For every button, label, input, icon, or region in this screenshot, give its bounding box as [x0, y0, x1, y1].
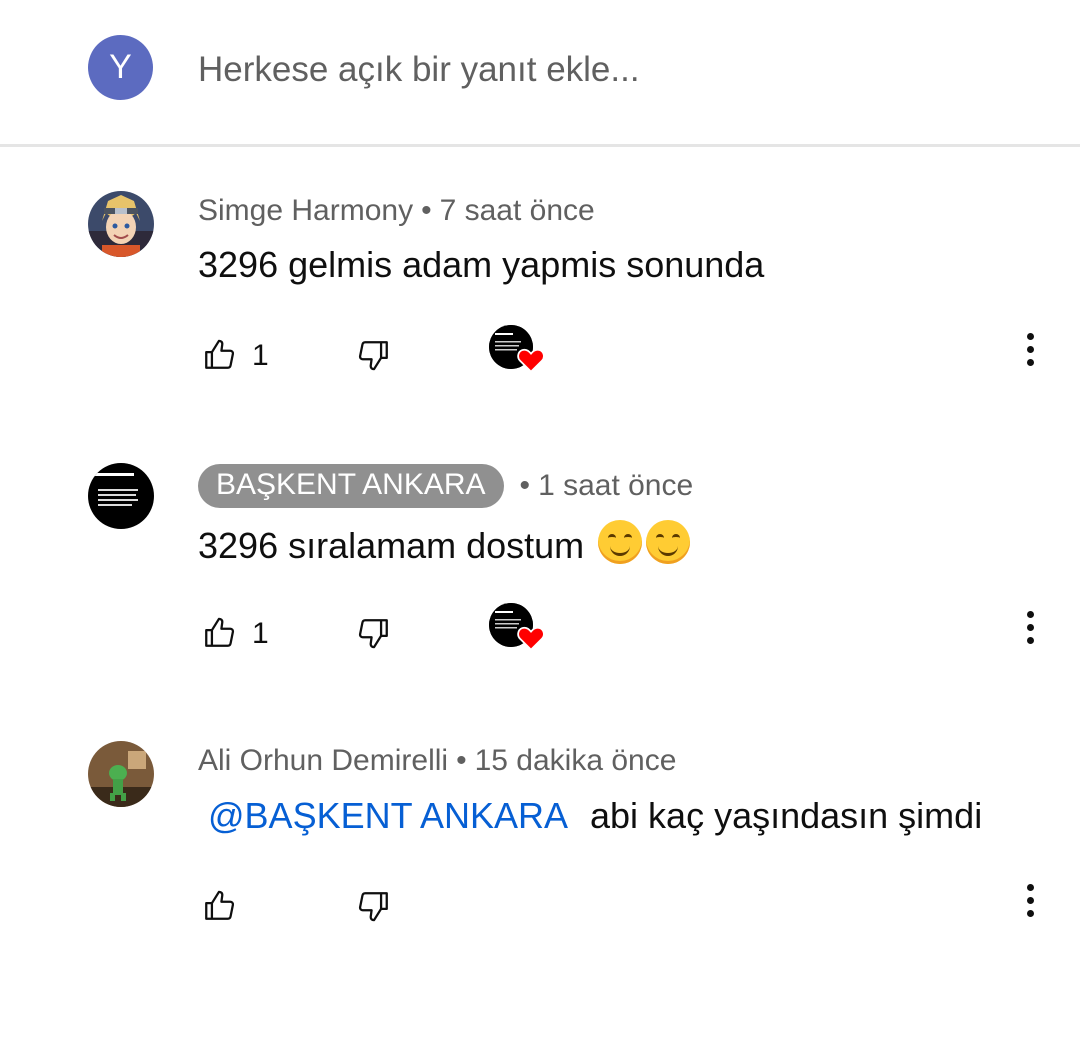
comment-body: 3296 gelmis adam yapmis sonunda — [198, 244, 765, 285]
reply-input[interactable] — [198, 46, 1038, 94]
like-icon[interactable] — [202, 615, 236, 651]
mention-link[interactable]: @BAŞKENT ANKARA — [208, 795, 568, 836]
reply-composer: Y — [0, 0, 1080, 147]
avatar-letter: Y — [109, 48, 132, 86]
dislike-icon[interactable] — [357, 615, 391, 651]
smiling-face-emoji — [646, 520, 691, 564]
comment-actions: 1 — [0, 603, 1080, 665]
creator-heart-badge — [489, 603, 549, 655]
comment-meta: Simge Harmony • 7 saat önce — [198, 194, 595, 228]
smiling-face-emoji — [598, 520, 643, 564]
frog-avatar-image — [88, 741, 154, 807]
heart-icon — [517, 626, 545, 651]
comment-meta: BAŞKENT ANKARA • 1 saat önce — [198, 464, 693, 508]
heart-icon — [517, 348, 545, 373]
comment-time[interactable]: 7 saat önce — [440, 194, 595, 228]
quote-avatar-image — [88, 463, 154, 529]
comment-body: 3296 sıralamam dostum — [198, 525, 585, 566]
separator-dot: • — [421, 194, 432, 227]
commenter-avatar[interactable] — [88, 741, 154, 807]
comment-text: @BAŞKENT ANKARA abi kaç yaşındasın şimdi — [198, 795, 982, 837]
comment-author[interactable]: Simge Harmony — [198, 194, 413, 228]
comment-time[interactable]: 15 dakika önce — [475, 744, 677, 778]
like-icon[interactable] — [202, 337, 236, 373]
more-options-icon[interactable] — [1016, 884, 1044, 924]
commenter-avatar[interactable] — [88, 463, 154, 529]
comment-author[interactable]: Ali Orhun Demirelli — [198, 744, 448, 778]
dislike-icon[interactable] — [357, 337, 391, 373]
separator-dot: • — [456, 744, 467, 777]
like-count: 1 — [252, 617, 269, 650]
comment-meta: Ali Orhun Demirelli • 15 dakika önce — [198, 744, 676, 778]
creator-heart-badge — [489, 325, 549, 377]
comment-text: 3296 sıralamam dostum — [198, 520, 691, 567]
like-icon[interactable] — [202, 888, 236, 924]
like-count: 1 — [252, 339, 269, 372]
dislike-icon[interactable] — [357, 888, 391, 924]
current-user-avatar[interactable]: Y — [88, 35, 153, 100]
comment-body: abi kaç yaşındasın şimdi — [590, 795, 983, 836]
more-options-icon[interactable] — [1016, 333, 1044, 373]
anime-avatar-image — [88, 191, 154, 257]
comment-time[interactable]: 1 saat önce — [538, 469, 693, 503]
separator-dot: • — [519, 469, 531, 502]
commenter-avatar[interactable] — [88, 191, 154, 257]
comment-text: 3296 gelmis adam yapmis sonunda — [198, 244, 764, 286]
comment-actions — [0, 884, 1080, 938]
more-options-icon[interactable] — [1016, 611, 1044, 651]
comment-author-chip[interactable]: BAŞKENT ANKARA — [198, 464, 504, 508]
comment-actions: 1 — [0, 325, 1080, 387]
